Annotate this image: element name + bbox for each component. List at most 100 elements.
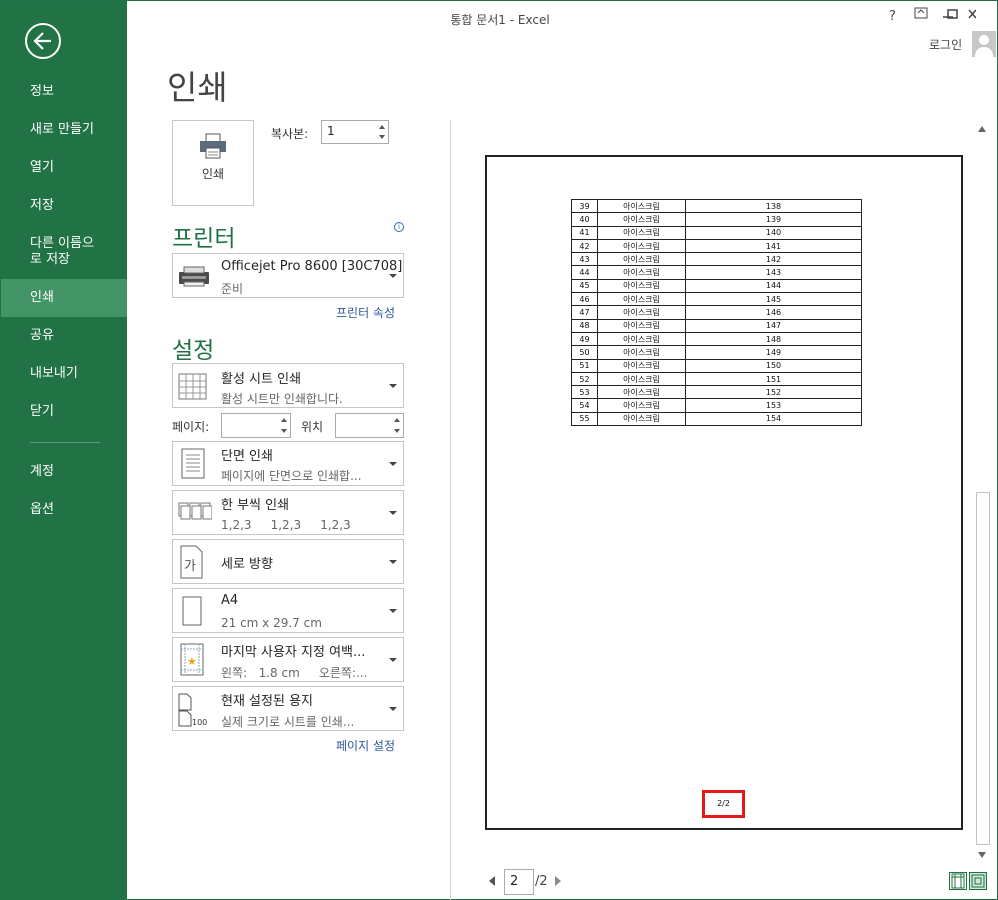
table-cell: 47 xyxy=(571,305,598,320)
zoom-to-page-button[interactable] xyxy=(969,872,987,890)
table-cell: 아이스크림 xyxy=(597,198,686,214)
portrait-icon: 가 xyxy=(178,545,204,583)
table-row: 41 아이스크림 140 xyxy=(571,225,862,240)
pages-from-stepper[interactable] xyxy=(221,413,291,438)
scroll-down-icon[interactable] xyxy=(978,852,986,858)
table-cell: 45 xyxy=(571,278,598,294)
nav-item-save-as[interactable]: 다른 이름으로 저장 xyxy=(1,236,101,268)
table-cell: 49 xyxy=(571,331,598,347)
svg-text:100: 100 xyxy=(192,718,207,727)
nav-item-share[interactable]: 공유 xyxy=(1,328,54,344)
nav-item-export[interactable]: 내보내기 xyxy=(1,366,78,382)
show-margins-button[interactable] xyxy=(949,872,967,890)
nav-item-print[interactable]: 인쇄 xyxy=(1,279,127,317)
pages-to-label: 위치 xyxy=(301,420,324,434)
sides-dropdown[interactable]: 단면 인쇄 페이지에 단면으로 인쇄합... xyxy=(172,441,404,486)
preview-scrollbar[interactable] xyxy=(974,122,991,862)
nav-item-info[interactable]: 정보 xyxy=(1,84,54,100)
table-cell: 141 xyxy=(685,238,862,254)
table-row: 40 아이스크림 139 xyxy=(571,212,862,227)
print-what-dropdown[interactable]: 활성 시트 인쇄 활성 시트만 인쇄합니다. xyxy=(172,363,404,408)
table-row: 49 아이스크림 148 xyxy=(571,331,862,347)
pages-to-down-icon[interactable] xyxy=(394,429,400,433)
svg-text:가: 가 xyxy=(184,559,196,574)
copies-down-icon[interactable] xyxy=(379,135,385,139)
margins-icon: ★ xyxy=(178,643,206,681)
orientation-dropdown[interactable]: 가 세로 방향 xyxy=(172,539,404,584)
scaling-dropdown[interactable]: 100 현재 설정된 용지 실제 크기로 시트를 인쇄... xyxy=(172,686,404,731)
table-row: 44 아이스크림 143 xyxy=(571,265,862,280)
current-page-input[interactable]: 2 xyxy=(504,869,534,895)
help-button[interactable]: ? xyxy=(889,9,896,24)
scroll-thumb[interactable] xyxy=(976,492,990,845)
table-cell: 151 xyxy=(685,371,862,387)
copies-up-icon[interactable] xyxy=(379,125,385,129)
table-cell: 53 xyxy=(571,385,598,400)
table-cell: 138 xyxy=(685,198,862,214)
printer-dropdown[interactable]: Officejet Pro 8600 [30C708] 준비 xyxy=(172,253,404,298)
table-cell: 54 xyxy=(571,398,598,413)
collate-desc: 1,2,3 1,2,3 1,2,3 xyxy=(221,518,351,532)
table-cell: 150 xyxy=(685,358,862,373)
table-cell: 140 xyxy=(685,225,862,240)
table-cell: 아이스크림 xyxy=(597,331,686,347)
table-cell: 아이스크림 xyxy=(597,345,686,360)
collate-title: 한 부씩 인쇄 xyxy=(221,498,290,513)
copies-stepper[interactable]: 1 xyxy=(321,120,389,144)
print-button[interactable]: 인쇄 xyxy=(172,120,254,206)
collate-dropdown[interactable]: 한 부씩 인쇄 1,2,3 1,2,3 1,2,3 xyxy=(172,490,404,535)
printer-status: 준비 xyxy=(221,282,244,296)
nav-item-new[interactable]: 새로 만들기 xyxy=(1,122,94,138)
table-row: 42 아이스크림 141 xyxy=(571,238,862,254)
paper-size-title: A4 xyxy=(221,593,239,608)
table-cell: 146 xyxy=(685,305,862,320)
table-cell: 52 xyxy=(571,371,598,387)
table-cell: 153 xyxy=(685,398,862,413)
avatar[interactable] xyxy=(972,31,996,57)
page-setup-link[interactable]: 페이지 설정 xyxy=(336,737,395,754)
maximize-icon xyxy=(947,9,977,19)
nav-item-save[interactable]: 저장 xyxy=(1,198,54,214)
nav-item-options[interactable]: 옵션 xyxy=(1,502,54,518)
printer-properties-link[interactable]: 프린터 속성 xyxy=(336,304,395,321)
page-footer-number: 2/2 xyxy=(702,790,745,818)
table-row: 46 아이스크림 145 xyxy=(571,292,862,307)
chevron-down-icon xyxy=(389,384,397,388)
maximize-button[interactable] xyxy=(946,5,977,25)
chevron-down-icon xyxy=(389,560,397,564)
previous-page-icon[interactable] xyxy=(489,876,495,886)
nav-item-account[interactable]: 계정 xyxy=(1,464,54,480)
table-cell: 44 xyxy=(571,265,598,280)
pages-from-down-icon[interactable] xyxy=(281,429,287,433)
ribbon-display-options-icon[interactable] xyxy=(913,5,929,25)
printer-name: Officejet Pro 8600 [30C708] xyxy=(221,259,403,274)
back-arrow-icon xyxy=(33,32,51,50)
login-link[interactable]: 로그인 xyxy=(929,36,962,53)
table-cell: 147 xyxy=(685,318,862,333)
table-cell: 아이스크림 xyxy=(597,212,686,227)
table-cell: 142 xyxy=(685,252,862,267)
chevron-down-icon xyxy=(389,609,397,613)
pages-from-up-icon[interactable] xyxy=(281,418,287,422)
nav-item-open[interactable]: 열기 xyxy=(1,160,54,176)
scroll-up-icon[interactable] xyxy=(978,126,986,132)
back-button[interactable] xyxy=(25,23,61,59)
table-cell: 41 xyxy=(571,225,598,240)
paper-size-dropdown[interactable]: A4 21 cm x 29.7 cm xyxy=(172,588,404,633)
table-cell: 148 xyxy=(685,331,862,347)
window-title: 통합 문서1 - Excel xyxy=(450,13,550,27)
page-title: 인쇄 xyxy=(167,68,228,107)
nav-item-close[interactable]: 닫기 xyxy=(1,404,54,420)
settings-section-title: 설정 xyxy=(172,338,215,364)
margins-dropdown[interactable]: ★ 마지막 사용자 지정 여백... 왼쪽: 1.8 cm 오른쪽:... xyxy=(172,637,404,682)
next-page-icon[interactable] xyxy=(555,876,561,886)
pages-to-up-icon[interactable] xyxy=(394,418,400,422)
table-cell: 40 xyxy=(571,212,598,227)
table-cell: 143 xyxy=(685,265,862,280)
printer-section-title: 프린터 xyxy=(172,226,236,252)
chevron-down-icon xyxy=(389,274,397,278)
orientation-title: 세로 방향 xyxy=(221,557,273,572)
table-cell: 아이스크림 xyxy=(597,371,686,387)
pages-to-stepper[interactable] xyxy=(335,413,404,438)
info-icon[interactable]: i xyxy=(394,222,404,232)
